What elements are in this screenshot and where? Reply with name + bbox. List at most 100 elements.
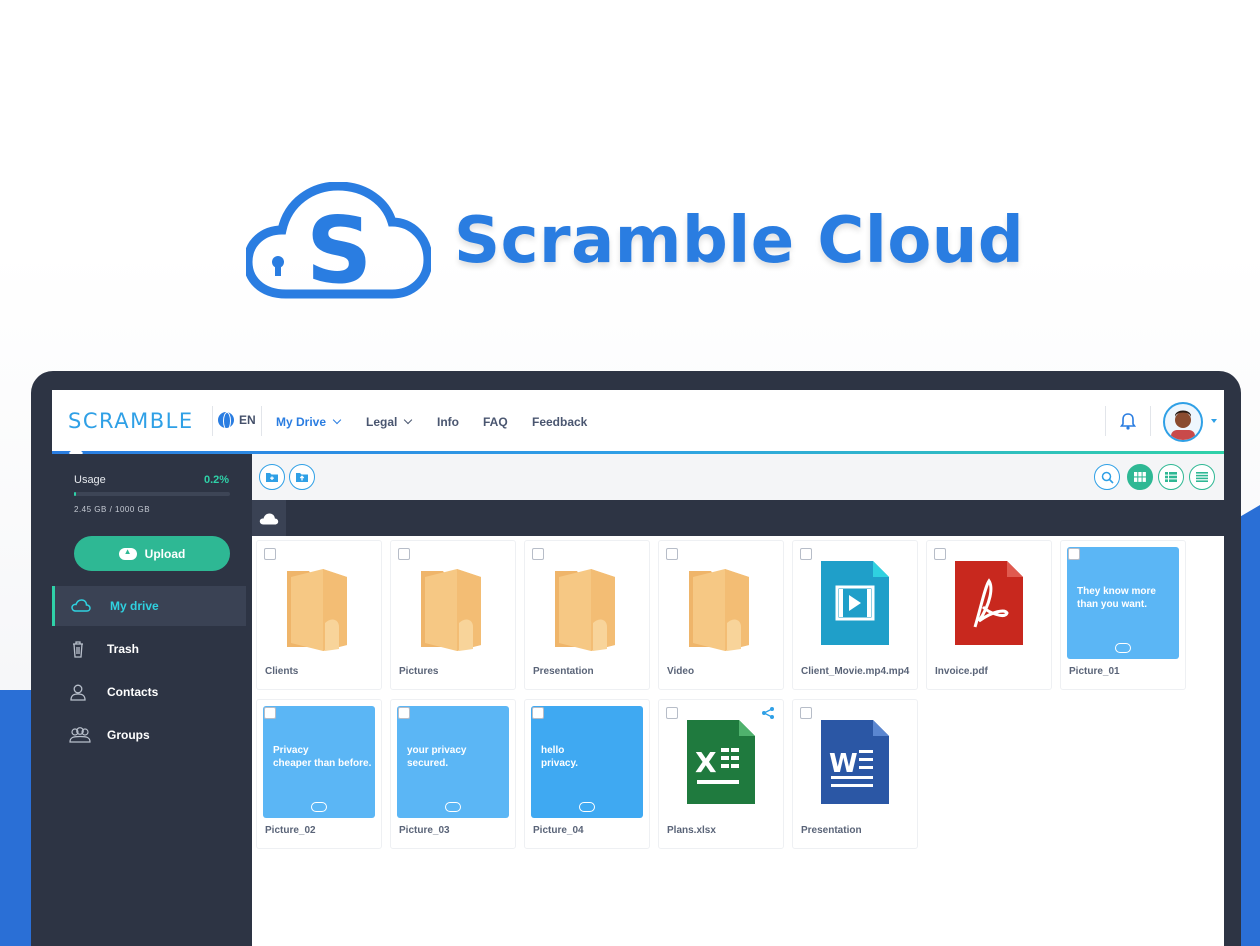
list-view-icon: [1165, 472, 1177, 482]
word-icon: W: [799, 706, 911, 818]
folder-icon: [263, 547, 375, 659]
file-card[interactable]: Clients: [256, 540, 382, 690]
compact-list-icon: [1196, 472, 1208, 482]
divider: [1150, 406, 1151, 436]
file-name: Picture_02: [265, 825, 316, 836]
cloud-upload-icon: [118, 547, 137, 560]
file-card[interactable]: Video: [658, 540, 784, 690]
upload-folder-button[interactable]: [289, 464, 315, 490]
cloud-icon: [1115, 643, 1131, 653]
top-nav: SCRAMBLE EN My Drive Legal Info FAQ Feed…: [52, 390, 1224, 452]
usage-bar-fill: [74, 492, 77, 496]
file-name: Pictures: [399, 666, 439, 677]
avatar[interactable]: [1163, 402, 1203, 442]
file-card[interactable]: They know more than you want. Picture_01: [1060, 540, 1186, 690]
file-name: Invoice.pdf: [935, 666, 988, 677]
pdf-icon: [933, 547, 1045, 659]
sidebar-item-label: Groups: [107, 728, 150, 742]
image-caption: your privacy secured.: [407, 745, 467, 769]
divider: [1105, 406, 1106, 436]
language-label: EN: [239, 413, 256, 427]
grid-view-button[interactable]: [1127, 464, 1153, 490]
cloud-icon: [259, 513, 279, 524]
folder-icon: [397, 547, 509, 659]
select-checkbox[interactable]: [666, 707, 678, 719]
select-checkbox[interactable]: [398, 707, 410, 719]
groups-icon: [69, 727, 91, 743]
usage-percent: 0.2%: [204, 474, 230, 486]
file-name: Client_Movie.mp4.mp4: [801, 666, 910, 677]
usage-label: Usage: [74, 474, 106, 486]
bell-icon[interactable]: [1120, 412, 1136, 430]
share-icon[interactable]: [761, 706, 775, 720]
divider: [212, 406, 213, 436]
cloud-icon: [71, 599, 91, 612]
select-checkbox[interactable]: [800, 707, 812, 719]
trash-icon: [73, 641, 83, 658]
select-checkbox[interactable]: [666, 548, 678, 560]
file-name: Presentation: [533, 666, 594, 677]
breadcrumb-home[interactable]: [252, 500, 286, 536]
folder-icon: [665, 547, 777, 659]
image-thumbnail: Privacy cheaper than before.: [263, 706, 375, 818]
nav-feedback[interactable]: Feedback: [532, 415, 587, 429]
file-card[interactable]: X Plans.xlsx: [658, 699, 784, 849]
sidebar-item-trash[interactable]: Trash: [52, 629, 246, 669]
nav-info[interactable]: Info: [437, 415, 459, 429]
file-card[interactable]: Presentation: [524, 540, 650, 690]
sidebar-item-groups[interactable]: Groups: [52, 715, 246, 755]
select-checkbox[interactable]: [1068, 548, 1080, 560]
image-caption: They know more than you want.: [1077, 586, 1156, 610]
search-button[interactable]: [1094, 464, 1120, 490]
sidebar-item-contacts[interactable]: Contacts: [52, 672, 246, 712]
sidebar: Usage 0.2% 2.45 GB / 1000 GB Upload My d…: [52, 454, 252, 946]
contact-icon: [70, 684, 86, 701]
nav-faq[interactable]: FAQ: [483, 415, 508, 429]
new-folder-button[interactable]: [259, 464, 285, 490]
file-name: Picture_04: [533, 825, 584, 836]
file-card[interactable]: hello privacy. Picture_04: [524, 699, 650, 849]
select-checkbox[interactable]: [398, 548, 410, 560]
file-card[interactable]: Pictures: [390, 540, 516, 690]
file-card[interactable]: Client_Movie.mp4.mp4: [792, 540, 918, 690]
new-folder-icon: [266, 473, 278, 482]
select-checkbox[interactable]: [532, 548, 544, 560]
select-checkbox[interactable]: [264, 548, 276, 560]
caret-down-icon[interactable]: [1211, 419, 1217, 423]
file-card[interactable]: Privacy cheaper than before. Picture_02: [256, 699, 382, 849]
search-icon: [1101, 471, 1114, 484]
language-selector[interactable]: EN: [218, 412, 256, 430]
file-name: Clients: [265, 666, 299, 677]
file-name: Picture_03: [399, 825, 450, 836]
nav-legal[interactable]: Legal: [366, 415, 413, 429]
main-content: Clients Pictures Presentation Video Client_M…: [252, 454, 1224, 946]
app-logo[interactable]: SCRAMBLE: [68, 409, 194, 433]
breadcrumb: [252, 500, 1224, 536]
select-checkbox[interactable]: [532, 707, 544, 719]
file-card[interactable]: Invoice.pdf: [926, 540, 1052, 690]
usage-bar: [74, 492, 230, 496]
list-view-button[interactable]: [1158, 464, 1184, 490]
chevron-down-icon: [404, 415, 413, 425]
svg-text:X: X: [695, 746, 717, 779]
divider: [261, 406, 262, 436]
upload-button[interactable]: Upload: [74, 536, 230, 571]
file-name: Presentation: [801, 825, 862, 836]
select-checkbox[interactable]: [934, 548, 946, 560]
select-checkbox[interactable]: [800, 548, 812, 560]
image-thumbnail: hello privacy.: [531, 706, 643, 818]
sidebar-item-label: Trash: [107, 642, 140, 656]
sidebar-item-my-drive[interactable]: My drive: [52, 586, 246, 626]
svg-text:S: S: [306, 197, 372, 302]
toolbar: [252, 454, 1224, 500]
cloud-icon: [311, 802, 327, 812]
usage-size: 2.45 GB / 1000 GB: [74, 505, 151, 514]
file-card[interactable]: W Presentation: [792, 699, 918, 849]
compact-list-button[interactable]: [1189, 464, 1215, 490]
app-window: SCRAMBLE EN My Drive Legal Info FAQ Feed…: [52, 390, 1224, 946]
select-checkbox[interactable]: [264, 707, 276, 719]
nav-my-drive[interactable]: My Drive: [276, 415, 342, 429]
file-card[interactable]: your privacy secured. Picture_03: [390, 699, 516, 849]
image-thumbnail: They know more than you want.: [1067, 547, 1179, 659]
globe-icon: [218, 412, 234, 430]
